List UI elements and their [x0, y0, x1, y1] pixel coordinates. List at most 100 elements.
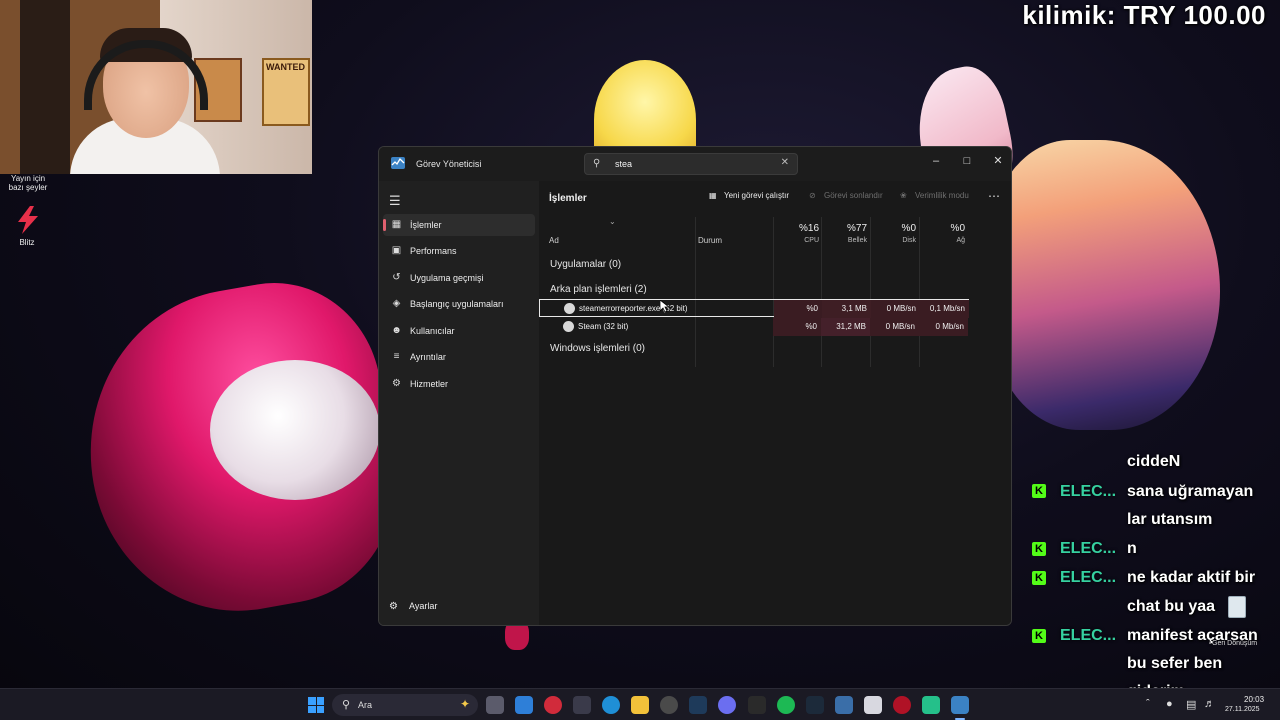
network-total[interactable]: %0 [921, 223, 965, 234]
riot-icon[interactable] [893, 696, 911, 714]
process-memory: 31,2 MB [821, 318, 870, 336]
kick-badge-icon: K [1032, 484, 1046, 498]
discord-icon[interactable] [718, 696, 736, 714]
end-task-button[interactable]: ⊘ Görevi sonlandır [809, 191, 883, 200]
clock-date[interactable]: 27.11.2025 [1225, 706, 1260, 713]
column-network[interactable]: Ağ [921, 237, 965, 244]
nav-item-details[interactable]: ≡ Ayrıntılar [383, 346, 535, 368]
clear-search-icon[interactable]: ✕ [781, 157, 789, 168]
kick-app-icon[interactable] [922, 696, 940, 714]
nav-item-app-history[interactable]: ↺ Uygulama geçmişi [383, 267, 535, 289]
process-cpu: %0 [773, 318, 821, 336]
task-manager-taskbar-icon[interactable] [951, 696, 969, 720]
search-icon: ⚲ [593, 158, 601, 169]
window-title: Görev Yöneticisi [416, 159, 482, 169]
maximize-button[interactable]: □ [954, 151, 980, 171]
process-row[interactable]: Steam (32 bit) %0 31,2 MB 0 MB/sn 0 Mb/s… [539, 318, 969, 336]
notepad-icon[interactable] [864, 696, 882, 714]
clock-time[interactable]: 20:03 [1244, 695, 1264, 704]
chat-message: bu sefer ben [1127, 655, 1223, 672]
efficiency-leaf-icon: ❀ [900, 191, 907, 200]
group-apps[interactable]: Uygulamalar (0) [550, 259, 621, 270]
opera-icon[interactable] [544, 696, 562, 714]
taskbar-search[interactable]: ⚲ Ara ✦ [332, 694, 478, 716]
task-manager-icon [391, 157, 405, 169]
kick-badge-icon: K [1032, 542, 1046, 556]
nav-item-performance[interactable]: ▣ Performans [383, 240, 535, 262]
disk-total[interactable]: %0 [872, 223, 916, 234]
details-icon: ≡ [393, 351, 400, 362]
group-background[interactable]: Arka plan işlemleri (2) [550, 284, 647, 295]
processes-icon: ▦ [391, 219, 402, 230]
spotify-icon[interactable] [777, 696, 795, 714]
tray-overflow-icon[interactable]: ˆ [1146, 698, 1150, 710]
memory-total[interactable]: %77 [823, 223, 867, 234]
process-name: Steam (32 bit) [578, 322, 629, 331]
microphone-icon[interactable]: ● [1166, 698, 1173, 710]
wallpaper-shape [210, 360, 380, 500]
recycle-bin-icon[interactable] [1228, 596, 1246, 618]
nav-item-processes[interactable]: ▦ İşlemler [383, 214, 535, 236]
efficiency-mode-button[interactable]: ❀ Verimlilik modu [900, 191, 969, 200]
blitz-label[interactable]: Blitz [10, 238, 44, 247]
nav-label: Ayrıntılar [410, 352, 446, 362]
process-memory: 3,1 MB [822, 300, 871, 318]
close-button[interactable]: ✕ [985, 151, 1011, 171]
nav-label: Performans [410, 246, 457, 256]
steam-taskbar-icon[interactable] [689, 696, 707, 714]
nav-item-users[interactable]: ☻ Kullanıcılar [383, 320, 535, 342]
app-icon[interactable] [806, 696, 824, 714]
settings-icon[interactable] [835, 696, 853, 714]
cpu-total[interactable]: %16 [775, 223, 819, 234]
blitz-app-icon[interactable] [12, 206, 42, 234]
chat-message: lar utansım [1127, 511, 1213, 528]
kick-badge-icon: K [1032, 571, 1046, 585]
start-windows-icon[interactable] [308, 697, 324, 713]
process-row[interactable]: steamerrorreporter.exe (32 bit) %0 3,1 M… [539, 299, 969, 318]
process-disk: 0 MB/sn [870, 318, 919, 336]
search-input[interactable]: stea [615, 159, 632, 169]
desktop-caption: Yayın için bazı şeyler [8, 174, 48, 192]
processes-panel: İşlemler ▦ Yeni görevi çalıştır ⊘ Görevi s… [539, 181, 1011, 625]
xbox-icon[interactable] [660, 696, 678, 714]
process-network: 0,1 Mb/sn [920, 300, 969, 318]
column-disk[interactable]: Disk [872, 237, 916, 244]
chat-message: n [1127, 540, 1137, 557]
nav-item-services[interactable]: ⚙ Hizmetler [383, 373, 535, 395]
donation-overlay: kilimik: TRY 100.00 [1022, 0, 1266, 30]
recycle-bin-label[interactable]: Geri Dönüşüm [1212, 640, 1257, 647]
settings-button[interactable]: ⚙ Ayarlar [389, 601, 437, 612]
nav-item-startup-apps[interactable]: ◈ Başlangıç uygulamaları [383, 293, 535, 315]
title-bar[interactable]: Görev Yöneticisi ⚲ stea ✕ – □ ✕ [379, 147, 1011, 181]
sort-chevron-icon[interactable]: ⌄ [609, 217, 616, 226]
taskbar-search-label: Ara [358, 700, 373, 710]
search-box[interactable]: ⚲ stea ✕ [584, 153, 798, 175]
search-icon: ⚲ [342, 699, 351, 711]
network-icon[interactable]: ▤ [1186, 698, 1196, 711]
column-status[interactable]: Durum [698, 236, 722, 245]
widgets-icon[interactable] [515, 696, 533, 714]
hamburger-menu-icon[interactable]: ☰ [389, 193, 401, 209]
file-explorer-icon[interactable] [631, 696, 649, 714]
column-name[interactable]: Ad [549, 236, 559, 245]
nav-label: Uygulama geçmişi [410, 273, 484, 283]
webcam-feed: WANTED [0, 0, 312, 174]
minimize-button[interactable]: – [923, 151, 949, 171]
edge-icon[interactable] [602, 696, 620, 714]
wallpaper-shape [990, 140, 1220, 430]
volume-icon[interactable]: ♬ [1204, 698, 1215, 710]
nav-label: Hizmetler [410, 379, 449, 389]
startup-apps-icon: ◈ [392, 298, 401, 309]
task-view-icon[interactable] [486, 696, 504, 714]
sidebar: ☰ ▦ İşlemler ▣ Performans ↺ Uygulama geç… [379, 181, 539, 625]
run-new-task-button[interactable]: ▦ Yeni görevi çalıştır [709, 191, 789, 200]
epic-games-icon[interactable] [748, 696, 766, 714]
group-windows[interactable]: Windows işlemleri (0) [550, 343, 645, 354]
wallpaper-shape [64, 266, 416, 634]
column-memory[interactable]: Bellek [823, 237, 867, 244]
process-disk: 0 MB/sn [871, 300, 920, 318]
store-icon[interactable] [573, 696, 591, 714]
nav-label: Kullanıcılar [410, 326, 455, 336]
column-cpu[interactable]: CPU [775, 237, 819, 244]
more-options-icon[interactable]: ⋯ [988, 189, 1001, 203]
